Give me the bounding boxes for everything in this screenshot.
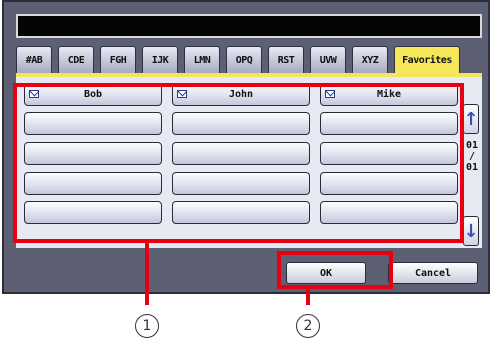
page-indicator: 01 / 01 [464, 140, 480, 173]
tab-fgh[interactable]: FGH [100, 46, 136, 74]
tab-uvw[interactable]: UVW [310, 46, 346, 74]
index-tabs: #AB CDE FGH IJK LMN OPQ RST UVW XYZ Favo… [16, 46, 460, 74]
callout-box-ok-button [277, 251, 393, 289]
tab-xyz[interactable]: XYZ [352, 46, 388, 74]
current-page: 01 [465, 140, 479, 151]
tab-ijk[interactable]: IJK [142, 46, 178, 74]
tab-cde[interactable]: CDE [58, 46, 94, 74]
cancel-button[interactable]: Cancel [388, 262, 478, 284]
total-pages: 01 [465, 162, 479, 173]
page-separator: / [468, 151, 476, 162]
arrow-up-icon: ↑ [463, 108, 479, 130]
scroll-down-button[interactable]: ↓ [463, 216, 479, 246]
tab-favorites[interactable]: Favorites [394, 46, 460, 74]
callout-leader-1 [145, 243, 149, 305]
callout-box-contact-list [13, 83, 464, 243]
scroll-up-button[interactable]: ↑ [463, 104, 479, 134]
callout-number-1: 1 [132, 309, 162, 339]
tab-rst[interactable]: RST [268, 46, 304, 74]
tab-lmn[interactable]: LMN [184, 46, 220, 74]
callout-number-2: 2 [293, 309, 323, 339]
tab-opq[interactable]: OPQ [226, 46, 262, 74]
tab-ab[interactable]: #AB [16, 46, 52, 74]
callout-leader-2 [306, 289, 310, 305]
destination-display [16, 14, 482, 38]
arrow-down-icon: ↓ [463, 220, 479, 242]
